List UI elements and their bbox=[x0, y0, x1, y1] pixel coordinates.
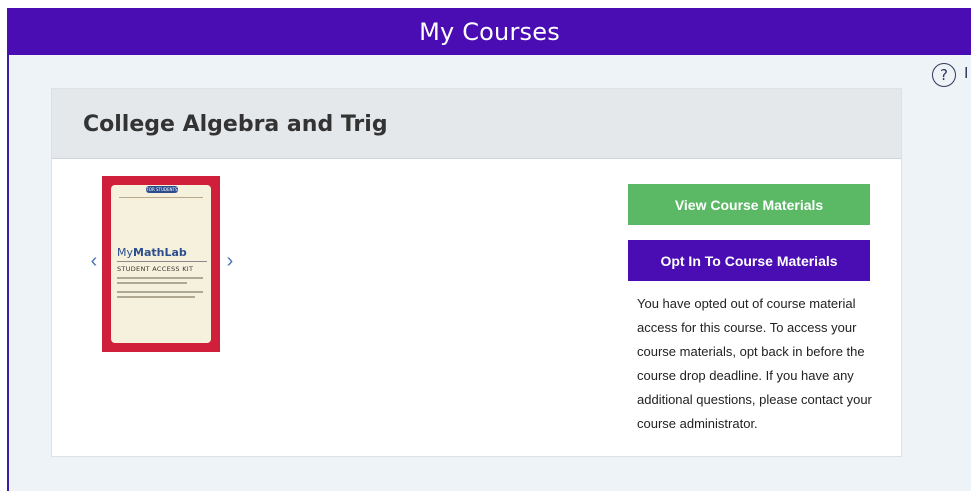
carousel-next-button[interactable]: › bbox=[223, 249, 237, 272]
logo-main: MathLab bbox=[133, 246, 187, 259]
book-divider bbox=[119, 197, 203, 198]
clipped-header-text: I bbox=[964, 64, 969, 82]
chevron-right-icon: › bbox=[226, 249, 234, 272]
carousel-prev-button[interactable]: ‹ bbox=[87, 249, 101, 272]
course-card-header: College Algebra and Trig bbox=[52, 89, 901, 159]
chevron-left-icon: ‹ bbox=[90, 249, 98, 272]
help-circle-icon[interactable]: ? bbox=[932, 63, 956, 87]
page-title: My Courses bbox=[419, 17, 560, 46]
book-fine-print bbox=[117, 291, 203, 293]
book-cover-inner: FOR STUDENTS MyMathLab STUDENT ACCESS KI… bbox=[111, 185, 211, 343]
opt-out-notice: You have opted out of course material ac… bbox=[637, 296, 872, 431]
course-title: College Algebra and Trig bbox=[83, 112, 388, 137]
book-fine-print bbox=[117, 277, 203, 279]
logo-prefix: My bbox=[117, 246, 134, 259]
mymathlab-logo: MyMathLab bbox=[117, 246, 187, 259]
book-fine-print bbox=[117, 296, 195, 298]
page-header: My Courses bbox=[8, 8, 971, 55]
book-rule bbox=[117, 261, 207, 262]
book-cover-image: FOR STUDENTS MyMathLab STUDENT ACCESS KI… bbox=[102, 176, 220, 352]
help-glyph: ? bbox=[940, 66, 948, 84]
book-fine-print bbox=[117, 282, 187, 284]
book-pill-label: FOR STUDENTS bbox=[146, 186, 178, 193]
opt-in-course-materials-button[interactable]: Opt In To Course Materials bbox=[628, 240, 870, 281]
view-course-materials-button[interactable]: View Course Materials bbox=[628, 184, 870, 225]
app-frame: My Courses ? I College Algebra and Trig … bbox=[0, 0, 971, 491]
book-kit-label: STUDENT ACCESS KIT bbox=[117, 265, 194, 273]
